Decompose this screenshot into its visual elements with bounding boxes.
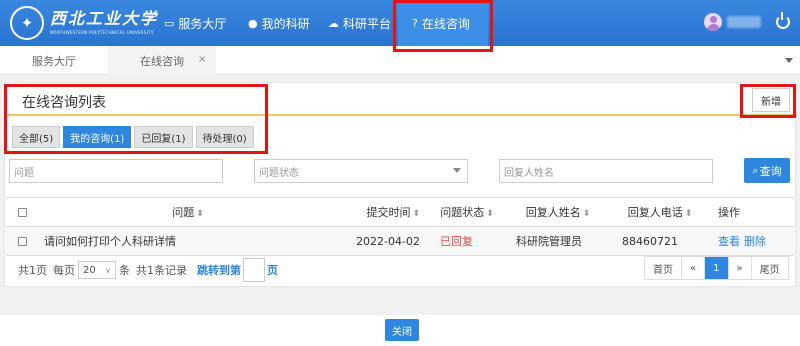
jump-suffix: 页 [267, 264, 278, 277]
first-page-button[interactable]: 首页 [645, 257, 682, 279]
username[interactable] [727, 16, 761, 28]
user-icon: ● [248, 16, 258, 30]
search-icon: ⌕ [752, 163, 759, 177]
nav-research-platform-label: 科研平台 [343, 16, 392, 31]
select-all-checkbox[interactable] [17, 208, 27, 217]
logo-cn: 西北工业大学 [50, 9, 159, 28]
actions-cell: 查看 删除 [712, 226, 794, 256]
last-page-button[interactable]: 尾页 [751, 257, 788, 279]
column-header-phone-label: 回复人电话 [627, 206, 683, 219]
view-link[interactable]: 查看 [718, 235, 740, 248]
time-cell: 2022-04-02 [338, 226, 426, 256]
sort-icon[interactable]: ⬍ [196, 209, 204, 219]
total-pages: 共1页 [18, 264, 47, 277]
logo-emblem-icon: ✦ [10, 6, 44, 40]
total-records: 共1条记录 [136, 264, 187, 277]
nav-my-research-label: 我的科研 [261, 16, 310, 31]
sort-icon[interactable]: ⬍ [583, 209, 591, 219]
column-header-question[interactable]: 问题 ⬍ [38, 197, 338, 227]
per-page-value: 20 [83, 264, 96, 276]
highlight-box-add [740, 84, 796, 118]
status-select[interactable]: 问题状态 [254, 159, 468, 183]
select-all-cell [6, 197, 38, 227]
nav-research-platform[interactable]: ☁ 科研平台 [328, 0, 391, 46]
pager: 首页 « 1 » 尾页 [644, 256, 789, 280]
question-cell: 请问如何打印个人科研详情 [38, 226, 338, 256]
column-header-status-label: 问题状态 [440, 206, 485, 219]
tab-service-hall[interactable]: 服务大厅 [0, 46, 108, 75]
logo-text: 西北工业大学 NORTHWESTERN POLYTECHNICAL UNIVER… [50, 11, 158, 35]
status-select-label: 问题状态 [259, 167, 299, 179]
table-row[interactable]: 请问如何打印个人科研详情 2022-04-02 已回复 科研院管理员 88460… [6, 226, 794, 256]
tab-online-consult-label: 在线咨询 [140, 54, 184, 68]
query-button-label: 查询 [759, 164, 782, 178]
logo-en: NORTHWESTERN POLYTECHNICAL UNIVERSITY [50, 30, 154, 35]
row-select-cell [6, 226, 38, 256]
avatar[interactable] [704, 13, 722, 31]
sort-icon[interactable]: ⬍ [486, 209, 494, 219]
phone-cell: 88460721 [608, 226, 712, 256]
logo[interactable]: ✦ 西北工业大学 NORTHWESTERN POLYTECHNICAL UNIV… [10, 6, 158, 40]
column-header-status[interactable]: 问题状态 ⬍ [426, 197, 508, 227]
jump-page-input[interactable] [243, 258, 265, 282]
highlight-box-list [4, 84, 268, 154]
cloud-icon: ☁ [328, 16, 339, 30]
replier-cell: 科研院管理员 [508, 226, 608, 256]
per-page-suffix: 条 [119, 264, 130, 277]
status-cell: 已回复 [426, 226, 508, 256]
column-header-replier[interactable]: 回复人姓名 ⬍ [508, 197, 608, 227]
per-page-prefix: 每页 [53, 264, 75, 277]
power-icon[interactable] [776, 12, 790, 29]
sort-icon[interactable]: ⬍ [685, 209, 693, 219]
column-header-replier-label: 回复人姓名 [525, 206, 581, 219]
highlight-box-nav [393, 0, 493, 52]
column-header-time-label: 提交时间 [366, 206, 411, 219]
prev-page-button[interactable]: « [682, 257, 706, 279]
consult-table: 问题 ⬍ 提交时间 ⬍ 问题状态 ⬍ 回复人姓名 ⬍ 回复人电话 ⬍ 操作 请问如何打印个… [6, 197, 794, 256]
per-page-select[interactable]: 20 ∨ [78, 261, 116, 279]
monitor-icon: ▭ [164, 16, 175, 30]
pagination-info: 共1页 每页 20 ∨ 条 共1条记录 跳转到第 页 [18, 258, 278, 282]
delete-link[interactable]: 删除 [744, 235, 766, 248]
page-1-button[interactable]: 1 [705, 257, 729, 279]
sort-icon[interactable]: ⬍ [412, 209, 420, 219]
column-header-phone[interactable]: 回复人电话 ⬍ [608, 197, 712, 227]
next-page-button[interactable]: » [728, 257, 752, 279]
column-header-question-label: 问题 [172, 206, 195, 219]
jump-to-label: 跳转到第 [197, 264, 241, 277]
nav-service-hall[interactable]: ▭ 服务大厅 [164, 0, 226, 46]
query-button[interactable]: ⌕ 查询 [744, 158, 790, 183]
chevron-down-icon[interactable] [785, 58, 793, 63]
question-search-input[interactable]: 问题 [9, 159, 223, 183]
chevron-down-icon: ∨ [105, 265, 111, 275]
column-header-time[interactable]: 提交时间 ⬍ [338, 197, 426, 227]
close-icon[interactable]: × [198, 54, 206, 65]
replier-search-input[interactable]: 回复人姓名 [499, 159, 713, 183]
chevron-down-icon [453, 168, 461, 173]
table-header-row: 问题 ⬍ 提交时间 ⬍ 问题状态 ⬍ 回复人姓名 ⬍ 回复人电话 ⬍ 操作 [6, 197, 794, 227]
nav-my-research[interactable]: ● 我的科研 [248, 0, 310, 46]
row-checkbox[interactable] [17, 237, 27, 246]
close-button[interactable]: 关闭 [385, 319, 419, 341]
column-header-actions: 操作 [712, 197, 794, 227]
nav-service-hall-label: 服务大厅 [178, 16, 227, 31]
